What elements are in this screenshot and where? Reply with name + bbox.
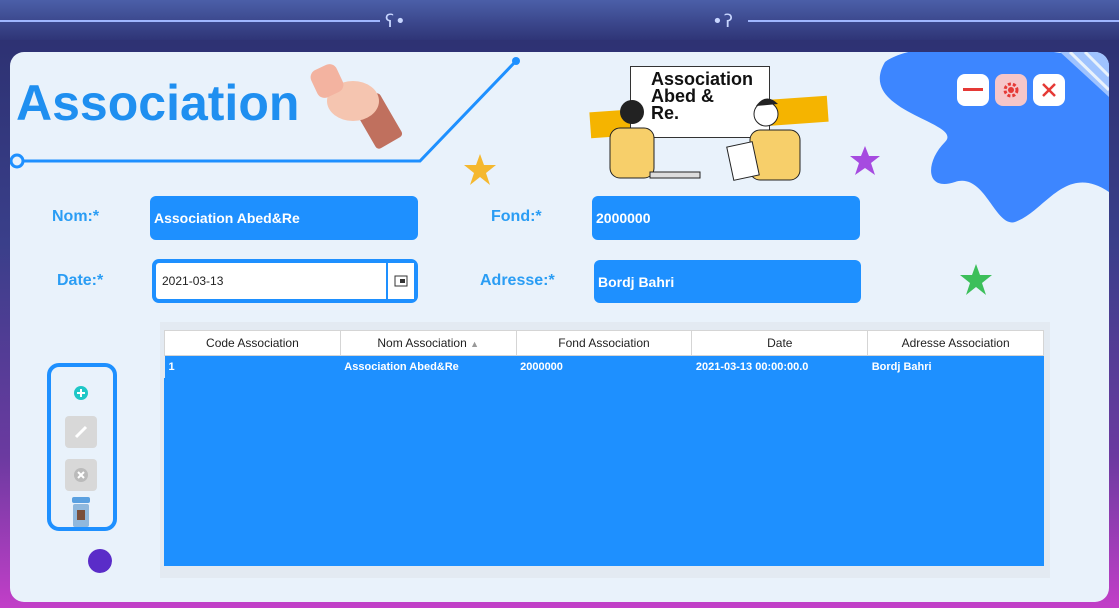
trash-icon xyxy=(72,497,90,527)
sort-ascending-icon: ▲ xyxy=(470,339,480,349)
decorative-circle xyxy=(88,549,112,573)
col-nom-association[interactable]: Nom Association ▲ xyxy=(339,330,517,356)
people-illustration xyxy=(609,98,801,181)
edit-button[interactable] xyxy=(65,416,97,448)
adresse-label: Adresse:* xyxy=(480,272,555,289)
date-label: Date:* xyxy=(57,272,104,289)
fond-field[interactable]: 2000000 xyxy=(592,196,860,240)
star-icon xyxy=(960,264,992,295)
action-toolbar xyxy=(47,363,117,531)
cell-adresse: Bordj Bahri xyxy=(867,355,1044,378)
star-icon xyxy=(850,146,880,175)
handshake-icon xyxy=(310,64,403,149)
cell-fond: 2000000 xyxy=(516,355,692,378)
settings-button[interactable] xyxy=(995,74,1027,106)
cell-code: 1 xyxy=(164,355,341,378)
knot-left-icon: ʕ• xyxy=(384,11,406,32)
minus-icon xyxy=(963,88,983,91)
top-bar-line-right xyxy=(748,20,1119,22)
calendar-button[interactable] xyxy=(386,263,414,299)
cell-date: 2021-03-13 00:00:00.0 xyxy=(691,355,868,378)
cell-nom: Association Abed&Re xyxy=(340,355,517,378)
col-code-association[interactable]: Code Association xyxy=(164,330,341,356)
nom-label: Nom:* xyxy=(52,208,100,225)
add-button[interactable] xyxy=(65,377,97,409)
table-header-row: Code Association Nom Association ▲ Fond … xyxy=(164,330,1044,356)
knot-right-icon: •ʔ xyxy=(712,11,734,32)
nom-field[interactable]: Association Abed&Re xyxy=(150,196,418,240)
association-table: Code Association Nom Association ▲ Fond … xyxy=(160,322,1050,578)
association-logo: Association Abed & Re. xyxy=(589,66,829,182)
col-adresse-association[interactable]: Adresse Association xyxy=(867,330,1044,356)
fond-label: Fond:* xyxy=(491,208,542,225)
gear-icon xyxy=(1003,82,1019,98)
x-circle-icon xyxy=(74,468,88,482)
decorative-line xyxy=(10,57,520,169)
plus-circle-icon xyxy=(74,386,88,400)
main-panel: Association Association Abed & Re. Nom:*… xyxy=(10,52,1109,602)
pencil-icon xyxy=(74,425,88,439)
minimize-button[interactable] xyxy=(957,74,989,106)
calendar-icon xyxy=(394,275,408,287)
close-icon xyxy=(1042,83,1056,97)
top-bar: ʕ• •ʔ xyxy=(0,0,1119,40)
delete-button[interactable] xyxy=(65,459,97,491)
trash-button[interactable] xyxy=(65,495,97,531)
date-field[interactable]: 2021-03-13 xyxy=(156,263,386,299)
top-bar-line-left xyxy=(0,20,380,22)
table-row[interactable]: 1 Association Abed&Re 2000000 2021-03-13… xyxy=(164,355,1044,378)
col-nom-association-label: Nom Association xyxy=(377,336,467,350)
date-picker: 2021-03-13 xyxy=(152,259,418,303)
adresse-field[interactable]: Bordj Bahri xyxy=(594,260,861,303)
star-icon xyxy=(464,154,496,185)
col-fond-association[interactable]: Fond Association xyxy=(515,330,693,356)
close-button[interactable] xyxy=(1033,74,1065,106)
col-date[interactable]: Date xyxy=(691,330,869,356)
table-body-empty-area xyxy=(164,378,1044,566)
